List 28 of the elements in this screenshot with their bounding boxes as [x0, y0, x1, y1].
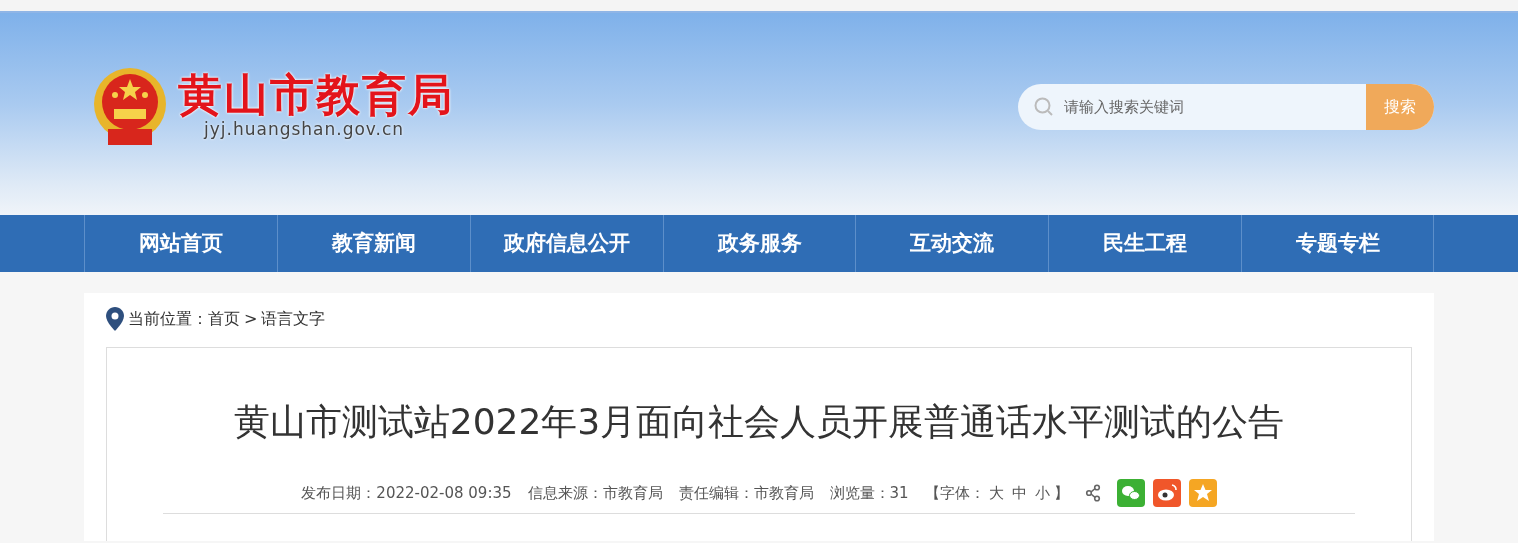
nav-link[interactable]: 民生工程 [1048, 215, 1242, 272]
article-title: 黄山市测试站2022年3月面向社会人员开展普通话水平测试的公告 [232, 400, 1286, 444]
nav-link[interactable]: 政府信息公开 [469, 215, 663, 272]
nav-link[interactable]: 政务服务 [662, 215, 856, 272]
search-icon [1034, 97, 1054, 117]
breadcrumb-label: 当前位置： [128, 308, 208, 330]
font-size-bracket: 】 [1053, 482, 1069, 504]
breadcrumb-separator: > [244, 308, 258, 330]
nav-link[interactable]: 网站首页 [84, 215, 277, 272]
meta-info: 信息来源：市教育局 [527, 482, 663, 504]
nav-link[interactable]: 专题专栏 [1241, 215, 1434, 272]
share-icon[interactable] [1084, 484, 1101, 503]
breadcrumb-link[interactable]: 首页 [208, 307, 240, 331]
weibo-share-icon[interactable] [1152, 479, 1181, 508]
nav-link[interactable]: 互动交流 [855, 215, 1049, 272]
breadcrumb-link[interactable]: 语言文字 [261, 307, 326, 331]
meta-info: 发布日期：2022-02-08 09:35 [301, 482, 512, 504]
site-domain: jyj.huangshan.gov.cn [204, 119, 406, 142]
meta-info: 浏览量：31 [829, 482, 909, 504]
location-pin-icon [106, 307, 124, 331]
font-size-link[interactable]: 大 [988, 481, 1004, 505]
font-size-link[interactable]: 小 [1034, 481, 1050, 505]
font-size-link[interactable]: 中 [1011, 481, 1027, 505]
favorite-share-icon[interactable] [1188, 479, 1217, 508]
wechat-share-icon[interactable] [1116, 479, 1145, 508]
meta-info: 责任编辑：市教育局 [678, 482, 814, 504]
font-size-label: 【字体： [924, 482, 985, 504]
nav-link[interactable]: 教育新闻 [276, 215, 470, 272]
